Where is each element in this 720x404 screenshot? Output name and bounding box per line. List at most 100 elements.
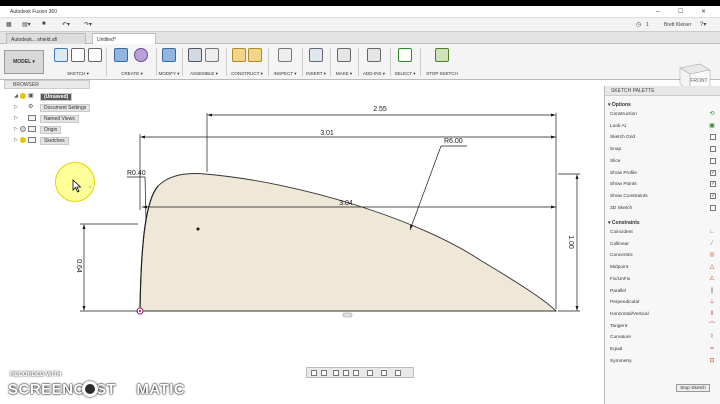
- dim-r600-label[interactable]: R6.00: [444, 138, 463, 145]
- construction-icon[interactable]: ⟲: [708, 110, 716, 118]
- constraint-label: Symmetry: [610, 358, 632, 364]
- watermark-line1: RECORDED WITH: [10, 372, 62, 378]
- palette-option-row[interactable]: 3D Sketch: [610, 204, 716, 214]
- constraint-icon[interactable]: ⌒: [708, 322, 716, 330]
- constraint-icon[interactable]: ⚠: [708, 275, 716, 283]
- constraints-section-title[interactable]: ▾ Constraints: [608, 220, 640, 226]
- constraint-row[interactable]: Concentric ◎: [610, 251, 716, 261]
- look-at-icon[interactable]: ▣: [708, 122, 716, 130]
- constraint-label: Tangent: [610, 323, 628, 329]
- palette-option-label: Sketch Grid: [610, 135, 636, 141]
- constraint-row[interactable]: Coincident ∟: [610, 228, 716, 238]
- constraint-row[interactable]: Horizontal/Vertical ‖: [610, 310, 716, 320]
- dim-r040-leader[interactable]: [144, 176, 147, 223]
- palette-option-label: Show Constraints: [610, 193, 648, 199]
- navigation-bar: [306, 367, 414, 378]
- constraint-icon[interactable]: ⊥: [708, 298, 716, 306]
- constraint-label: Concentric: [610, 253, 633, 259]
- viewports-icon[interactable]: [395, 370, 401, 376]
- constraint-row[interactable]: Perpendicular ⊥: [610, 298, 716, 308]
- visibility-bulb-icon[interactable]: [20, 137, 26, 143]
- constraint-row[interactable]: Fix/UnFix ⚠: [610, 275, 716, 285]
- sketch-profile[interactable]: [139, 173, 558, 312]
- expand-arrow-icon[interactable]: ▷: [14, 115, 18, 121]
- expand-arrow-icon[interactable]: ▷: [14, 104, 18, 110]
- palette-option-label: Look At: [610, 123, 627, 129]
- browser-title: BROWSER: [13, 82, 39, 88]
- option-checkbox[interactable]: ✓: [710, 192, 716, 199]
- gear-icon: ⚙: [28, 104, 34, 110]
- grid-settings-icon[interactable]: [381, 370, 387, 376]
- browser-panel: BROWSER ◢ ▣ (Unsaved) ▷ ⚙ Document Setti…: [4, 80, 91, 146]
- expand-arrow-icon[interactable]: ▷: [14, 126, 18, 132]
- constraint-row[interactable]: Symmetry ⊡: [610, 357, 716, 367]
- fit-icon[interactable]: [353, 370, 359, 376]
- dim-r600-leader[interactable]: [409, 145, 442, 231]
- dim-064-label[interactable]: 0.64: [75, 259, 82, 273]
- orbit-icon[interactable]: [311, 370, 317, 376]
- palette-title: SKETCH PALETTE: [611, 88, 655, 94]
- palette-option-row[interactable]: Construction ⟲: [610, 110, 716, 120]
- constraint-label: Equal: [610, 347, 623, 352]
- constraint-icon[interactable]: ‖: [708, 310, 716, 318]
- options-section-title[interactable]: ▾ Options: [608, 102, 631, 108]
- sketch-palette-header[interactable]: SKETCH PALETTE: [605, 86, 720, 96]
- palette-option-row[interactable]: Show Profile ✓: [610, 169, 716, 179]
- constraint-icon[interactable]: ⌇: [708, 333, 716, 341]
- expand-arrow-icon[interactable]: ◢: [14, 93, 18, 99]
- expand-arrow-icon[interactable]: ▷: [14, 137, 18, 143]
- palette-option-label: Show Profile: [610, 170, 637, 176]
- pan-icon[interactable]: [333, 370, 339, 376]
- palette-option-label: Snap: [610, 147, 622, 153]
- option-checkbox[interactable]: [710, 134, 716, 141]
- browser-header[interactable]: BROWSER: [4, 80, 90, 89]
- option-checkbox[interactable]: [710, 157, 716, 164]
- dim-r040-label[interactable]: R0.40: [127, 170, 146, 177]
- option-checkbox[interactable]: ✓: [710, 181, 716, 188]
- canvas-handle[interactable]: [342, 312, 353, 318]
- browser-item-label: Document Settings: [40, 104, 91, 112]
- palette-option-row[interactable]: Sketch Grid: [610, 133, 716, 143]
- visibility-bulb-icon[interactable]: [20, 93, 26, 99]
- dim-100-label[interactable]: 1.00: [567, 235, 574, 249]
- constraint-row[interactable]: Equal =: [610, 345, 716, 355]
- fusion-window: Autodesk Fusion 360 ─ ☐ ✕ ▦ ▤▾ ■ ↶▾ ↷▾ ◷…: [0, 6, 720, 404]
- constraint-icon[interactable]: =: [708, 345, 716, 353]
- constraint-icon[interactable]: △: [708, 263, 716, 271]
- zoom-icon[interactable]: [343, 370, 349, 376]
- constraint-row[interactable]: Curvature ⌇: [610, 333, 716, 343]
- constraint-icon[interactable]: ∟: [708, 228, 716, 236]
- constraint-label: Curvature: [610, 335, 632, 341]
- option-checkbox[interactable]: ✓: [710, 169, 716, 176]
- display-settings-icon[interactable]: [367, 370, 373, 376]
- palette-option-label: Slice: [610, 158, 621, 164]
- dim-301-label[interactable]: 3.01: [320, 130, 334, 137]
- constraint-icon[interactable]: ∥: [708, 287, 716, 295]
- palette-option-row[interactable]: Show Constraints ✓: [610, 192, 716, 202]
- center-point[interactable]: [196, 227, 200, 231]
- folder-icon: [28, 126, 36, 132]
- document-icon: ▣: [28, 93, 34, 99]
- constraint-icon[interactable]: ⁄: [708, 240, 716, 248]
- origin-point-center: [139, 310, 141, 312]
- constraint-label: Parallel: [610, 288, 626, 294]
- browser-item-label: Sketches: [40, 137, 69, 145]
- palette-option-row[interactable]: Look At ▣: [610, 122, 716, 132]
- palette-option-row[interactable]: Snap: [610, 145, 716, 155]
- dim-255-label[interactable]: 2.55: [373, 106, 387, 113]
- look-at-nav-icon[interactable]: [321, 370, 327, 376]
- visibility-bulb-icon[interactable]: [20, 126, 26, 132]
- constraint-row[interactable]: Tangent ⌒: [610, 322, 716, 332]
- option-checkbox[interactable]: [710, 146, 716, 153]
- constraint-row[interactable]: Midpoint △: [610, 263, 716, 273]
- option-checkbox[interactable]: [710, 204, 716, 211]
- constraint-icon[interactable]: ◎: [708, 251, 716, 259]
- palette-option-row[interactable]: Show Points ✓: [610, 180, 716, 190]
- palette-option-row[interactable]: Slice: [610, 157, 716, 167]
- dim-304-label[interactable]: 3.04: [339, 200, 353, 207]
- constraint-row[interactable]: Parallel ∥: [610, 287, 716, 297]
- constraint-row[interactable]: Collinear ⁄: [610, 240, 716, 250]
- constraint-icon[interactable]: ⊡: [708, 357, 716, 365]
- stop-sketch-button[interactable]: Stop Sketch: [676, 384, 710, 392]
- folder-icon: [28, 115, 36, 121]
